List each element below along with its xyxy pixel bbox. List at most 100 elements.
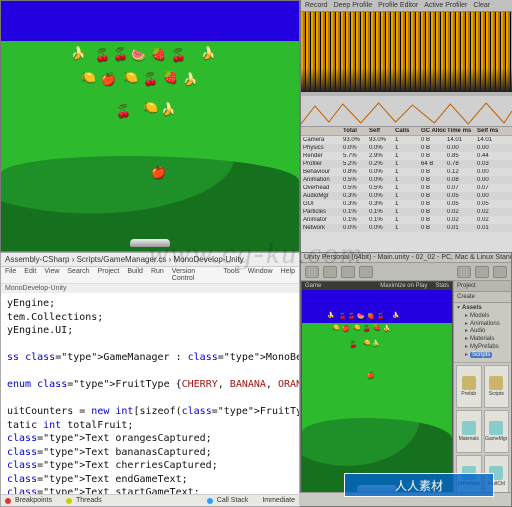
breakpoints-tab[interactable]: Breakpoints [15,497,52,504]
unity-maximize-toggle[interactable]: Maximize on Play [380,283,427,289]
unity-folder-tree[interactable]: AssetsModelsAnimationsAudioMaterialsMyPr… [454,303,511,363]
profiler-row[interactable]: Animation0.5%0.0%10 B0.080.00 [301,176,512,184]
unity-create-button[interactable]: Create [454,292,511,303]
menu-search[interactable]: Search [67,268,89,282]
profiler-col-total[interactable]: Total [343,128,369,134]
profiler-col-time-ms[interactable]: Time ms [447,128,477,134]
immediate-tab[interactable]: Immediate [262,497,295,504]
profiler-cell-name: Profiler [303,161,343,167]
profiler-cell-gc: 0 B [421,185,447,191]
tree-item-animations[interactable]: Animations [470,321,500,327]
menu-help[interactable]: Help [281,268,295,282]
menu-build[interactable]: Build [127,268,143,282]
threads-tab[interactable]: Threads [76,497,102,504]
fruit-sprite: 🍎 [151,166,166,178]
unity-game-tab[interactable]: Game [305,283,321,289]
profiler-row[interactable]: Profiler5.2%0.2%164 B0.780.03 [301,160,512,168]
code-title-path: Assembly-CSharp › Scripts/GameManager.cs… [1,253,299,267]
profiler-row[interactable]: Render5.7%2.9%10 B0.850.44 [301,152,512,160]
profiler-tab-clear[interactable]: Clear [473,2,490,9]
menu-project[interactable]: Project [98,268,120,282]
unity-rotate-tool[interactable] [341,266,355,278]
unity-stats-toggle[interactable]: Stats [435,283,449,289]
profiler-cell-calls: 1 [395,193,421,199]
profiler-cell-gc: 0 B [421,201,447,207]
menu-version-control[interactable]: Version Control [172,268,216,282]
profiler-cell-time: 0.85 [447,153,477,159]
profiler-cell-gc: 0 B [421,153,447,159]
asset-gamemgr[interactable]: GameMgr [484,410,510,453]
profiler-row[interactable]: Physics0.0%0.0%10 B0.000.00 [301,144,512,152]
profiler-cell-name: Camera [303,137,343,143]
asset-prefab[interactable]: Prefab [456,365,482,408]
profiler-row[interactable]: Animator0.1%0.1%10 B0.020.02 [301,216,512,224]
tree-item-audio[interactable]: Audio [470,328,485,334]
profiler-table[interactable]: TotalSelfCallsGC AllocTime msSelf ms Cam… [301,126,512,252]
profiler-cell-name: GUI [303,201,343,207]
profiler-cell-total: 0.8% [343,169,369,175]
unity-hand-tool[interactable] [305,266,319,278]
profiler-tab-deep-profile[interactable]: Deep Profile [334,2,373,9]
profiler-col-calls[interactable]: Calls [395,128,421,134]
profiler-row[interactable]: Overhead0.5%0.5%10 B0.070.07 [301,184,512,192]
game-canvas[interactable]: 🍌🍒🍒🍉🍓🍒🍌🍋🍎🍋🍒🍓🍌🍒🍋🍌🍎 [1,1,299,251]
profiler-row[interactable]: Camera93.0%93.0%10 B14.0114.01 [301,136,512,144]
tree-item-materials[interactable]: Materials [470,336,494,342]
profiler-timeline[interactable] [301,96,512,126]
profiler-cell-calls: 1 [395,145,421,151]
menu-edit[interactable]: Edit [24,268,36,282]
profiler-row[interactable]: Network0.0%0.0%10 B0.010.01 [301,224,512,232]
profiler-col-gc-alloc[interactable]: GC Alloc [421,128,447,134]
profiler-cell-calls: 1 [395,185,421,191]
menu-window[interactable]: Window [248,268,273,282]
fruit-sprite: 🍋 [363,340,370,346]
tree-item-scripts[interactable]: Scripts [470,352,492,358]
unity-scale-tool[interactable] [359,266,373,278]
fruit-sprite: 🍌 [161,103,176,115]
unity-game-view[interactable]: Game Maximize on Play Stats 🍌🍒🍒🍉🍓🍒🍌🍋🍎🍋🍒🍓… [301,281,453,500]
profiler-cell-selfms: 0.07 [477,185,507,191]
tree-item-models[interactable]: Models [470,313,489,319]
asset-materials[interactable]: Materials [456,410,482,453]
profiler-row[interactable]: Behaviour0.8%0.0%10 B0.120.00 [301,168,512,176]
unity-move-tool[interactable] [323,266,337,278]
tree-item-myprefabs[interactable]: MyPrefabs [470,344,499,350]
profiler-cell-time: 0.05 [447,201,477,207]
menu-tools[interactable]: Tools [223,268,239,282]
profiler-cell-total: 0.1% [343,209,369,215]
asset-label: Scripts [489,391,504,397]
menu-run[interactable]: Run [151,268,164,282]
profiler-cell-self: 0.3% [369,201,395,207]
profiler-col-self-ms[interactable]: Self ms [477,128,507,134]
profiler-col-self[interactable]: Self [369,128,395,134]
menu-file[interactable]: File [5,268,16,282]
profiler-cell-calls: 1 [395,201,421,207]
code-body[interactable]: yEngine; tem.Collections; yEngine.UI; ss… [1,293,299,494]
profiler-cell-time: 14.01 [447,137,477,143]
profiler-cell-time: 0.00 [447,145,477,151]
game-ground [1,156,299,251]
profiler-waveform[interactable] [301,12,512,92]
callstack-tab[interactable]: Call Stack [217,497,249,504]
fruit-sprite: 🍋 [143,101,158,113]
menu-view[interactable]: View [44,268,59,282]
profiler-cell-calls: 1 [395,137,421,143]
profiler-row[interactable]: Particles0.1%0.1%10 B0.020.02 [301,208,512,216]
unity-pause-button[interactable] [475,266,489,278]
profiler-cell-gc: 0 B [421,145,447,151]
profiler-col-name[interactable] [303,128,343,134]
unity-play-button[interactable] [457,266,471,278]
breakpoints-icon [5,498,11,504]
profiler-tab-record[interactable]: Record [305,2,328,9]
unity-project-tab[interactable]: Project [454,281,511,292]
fruit-sprite: 🍒 [350,342,357,348]
profiler-tab-profile-editor[interactable]: Profile Editor [378,2,418,9]
profiler-cell-time: 0.07 [447,185,477,191]
profiler-toolbar: Record Deep Profile Profile Editor Active P… [301,0,512,12]
profiler-row[interactable]: AudioMgr0.3%0.0%10 B0.050.00 [301,192,512,200]
asset-scripts[interactable]: Scripts [484,365,510,408]
profiler-tab-active-profiler[interactable]: Active Profiler [424,2,467,9]
unity-step-button[interactable] [493,266,507,278]
profiler-row[interactable]: GUI0.3%0.3%10 B0.050.05 [301,200,512,208]
profiler-cell-gc: 0 B [421,177,447,183]
